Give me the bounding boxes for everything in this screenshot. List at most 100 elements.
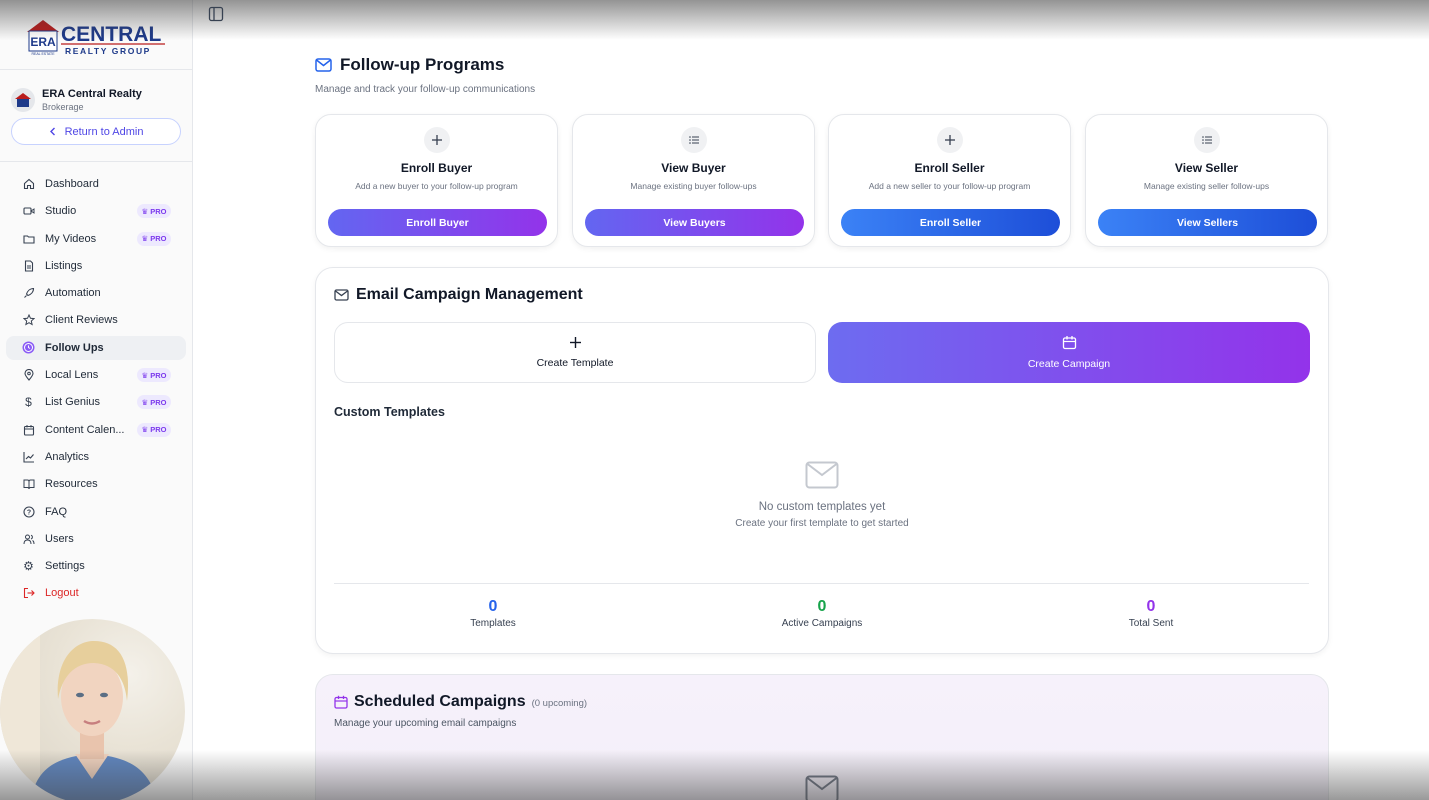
stat-value: 0 <box>488 598 498 615</box>
stat-label: Active Campaigns <box>781 618 863 629</box>
rocket-icon <box>22 287 35 300</box>
sidebar-item-my-videos[interactable]: My Videos ♛ PRO <box>6 227 186 251</box>
users-icon <box>22 532 35 545</box>
sidebar-item-client-reviews[interactable]: Client Reviews <box>6 308 186 332</box>
scheduled-campaigns-panel: Scheduled Campaigns (0 upcoming) Manage … <box>315 674 1329 800</box>
view-buyers-button[interactable]: View Buyers <box>585 209 804 236</box>
sidebar-item-automation[interactable]: Automation <box>6 281 186 305</box>
presenter-webcam <box>0 619 185 800</box>
list-icon <box>680 127 707 153</box>
video-icon <box>22 205 35 218</box>
crown-icon: ♛ <box>141 425 149 435</box>
panel-title: Email Campaign Management <box>356 286 583 303</box>
pro-badge: ♛ PRO <box>137 368 171 383</box>
card-title: Enroll Buyer <box>400 161 473 175</box>
logout-icon <box>22 587 35 600</box>
view-seller-card: View Seller Manage existing seller follo… <box>1085 114 1328 247</box>
sidebar-item-users[interactable]: Users <box>6 527 186 551</box>
view-sellers-button[interactable]: View Sellers <box>1098 209 1317 236</box>
folder-icon <box>22 232 35 245</box>
enroll-buyer-button[interactable]: Enroll Buyer <box>328 209 547 236</box>
crown-icon: ♛ <box>141 206 149 216</box>
brokerage-name: ERA Central Realty <box>42 88 142 100</box>
create-campaign-button[interactable]: Create Campaign <box>828 322 1310 383</box>
custom-templates-heading: Custom Templates <box>334 405 445 419</box>
stat-value: 0 <box>817 598 827 615</box>
return-to-admin-button[interactable]: Return to Admin <box>11 118 181 145</box>
card-title: Enroll Seller <box>914 161 985 175</box>
crown-icon: ♛ <box>141 234 149 244</box>
sidebar-nav: Dashboard Studio ♛ PRO My Videos ♛ PRO Lis… <box>0 162 192 605</box>
clock-icon <box>22 341 35 354</box>
brokerage-avatar <box>11 88 35 112</box>
chart-icon <box>22 450 35 463</box>
map-pin-icon <box>22 369 35 382</box>
email-campaign-panel: Email Campaign Management Create Templat… <box>315 267 1329 654</box>
calendar-icon <box>334 695 348 709</box>
stat-label: Total Sent <box>1128 618 1174 629</box>
plus-icon <box>569 337 581 348</box>
calendar-icon <box>1062 336 1076 350</box>
page-title: Follow-up Programs <box>340 55 505 74</box>
templates-empty-state: No custom templates yet Create your firs… <box>316 461 1328 529</box>
stat-templates: 0 Templates <box>393 598 593 629</box>
sidebar-item-dashboard[interactable]: Dashboard <box>6 172 186 196</box>
svg-text:REAL ESTATE: REAL ESTATE <box>31 52 55 56</box>
enroll-seller-card: Enroll Seller Add a new seller to your f… <box>828 114 1071 247</box>
crown-icon: ♛ <box>141 370 149 380</box>
card-title: View Seller <box>1174 161 1239 175</box>
card-description: Manage existing buyer follow-ups <box>630 181 757 191</box>
sidebar-item-content-calendar[interactable]: Content Calen... ♛ PRO <box>6 418 186 442</box>
document-icon <box>22 259 35 272</box>
sidebar-item-studio[interactable]: Studio ♛ PRO <box>6 199 186 223</box>
dollar-icon: $ <box>25 395 32 410</box>
stat-active-campaigns: 0 Active Campaigns <box>722 598 922 629</box>
sidebar-item-settings[interactable]: ⚙ Settings <box>6 554 186 578</box>
help-icon: ? <box>22 505 35 518</box>
scheduled-subtitle: Manage your upcoming email campaigns <box>334 718 517 729</box>
svg-text:ERA: ERA <box>30 35 56 49</box>
star-icon <box>22 314 35 327</box>
pro-badge: ♛ PRO <box>137 204 171 219</box>
gear-icon: ⚙ <box>23 559 34 574</box>
stat-total-sent: 0 Total Sent <box>1051 598 1251 629</box>
sidebar-item-faq[interactable]: ? FAQ <box>6 500 186 524</box>
crown-icon: ♛ <box>141 397 149 407</box>
enroll-seller-button[interactable]: Enroll Seller <box>841 209 1060 236</box>
sidebar-item-follow-ups[interactable]: Follow Ups <box>6 335 186 360</box>
stat-label: Templates <box>470 618 516 629</box>
svg-text:REALTY GROUP: REALTY GROUP <box>65 46 151 56</box>
sidebar-toggle-button[interactable] <box>208 6 224 27</box>
view-buyer-card: View Buyer Manage existing buyer follow-… <box>572 114 815 247</box>
mail-icon <box>334 289 349 301</box>
presenter-video <box>0 619 157 800</box>
chevron-left-icon <box>49 127 55 136</box>
book-icon <box>22 478 35 491</box>
mail-icon <box>805 775 839 800</box>
empty-subtitle: Create your first template to get starte… <box>735 518 909 529</box>
sidebar-item-local-lens[interactable]: Local Lens ♛ PRO <box>6 363 186 387</box>
create-template-button[interactable]: Create Template <box>334 322 816 383</box>
era-central-logo-icon: ERA REAL ESTATE CENTRAL REALTY GROUP <box>27 19 165 56</box>
sidebar-item-list-genius[interactable]: $ List Genius ♛ PRO <box>6 390 186 414</box>
scheduled-title: Scheduled Campaigns <box>354 693 526 710</box>
divider <box>334 583 1309 584</box>
plus-icon <box>936 127 963 153</box>
list-icon <box>1193 127 1220 153</box>
sidebar-item-analytics[interactable]: Analytics <box>6 445 186 469</box>
mail-icon <box>805 461 839 489</box>
pro-badge: ♛ PRO <box>137 231 171 246</box>
sidebar-item-listings[interactable]: Listings <box>6 254 186 278</box>
page-subtitle: Manage and track your follow-up communic… <box>315 84 536 95</box>
calendar-icon <box>22 423 35 436</box>
sidebar-item-logout[interactable]: Logout <box>6 581 186 605</box>
pro-badge: ♛ PRO <box>137 395 171 410</box>
pro-badge: ♛ PRO <box>137 422 171 437</box>
brokerage-type: Brokerage <box>42 102 84 112</box>
sidebar-item-resources[interactable]: Resources <box>6 472 186 496</box>
main-content: Follow-up Programs Manage and track your… <box>193 0 1429 800</box>
enroll-buyer-card: Enroll Buyer Add a new buyer to your fol… <box>315 114 558 247</box>
brand-logo[interactable]: ERA REAL ESTATE CENTRAL REALTY GROUP <box>0 0 192 70</box>
brokerage-switcher: ERA Central Realty Brokerage Return to A… <box>0 70 192 162</box>
card-title: View Buyer <box>661 161 726 175</box>
